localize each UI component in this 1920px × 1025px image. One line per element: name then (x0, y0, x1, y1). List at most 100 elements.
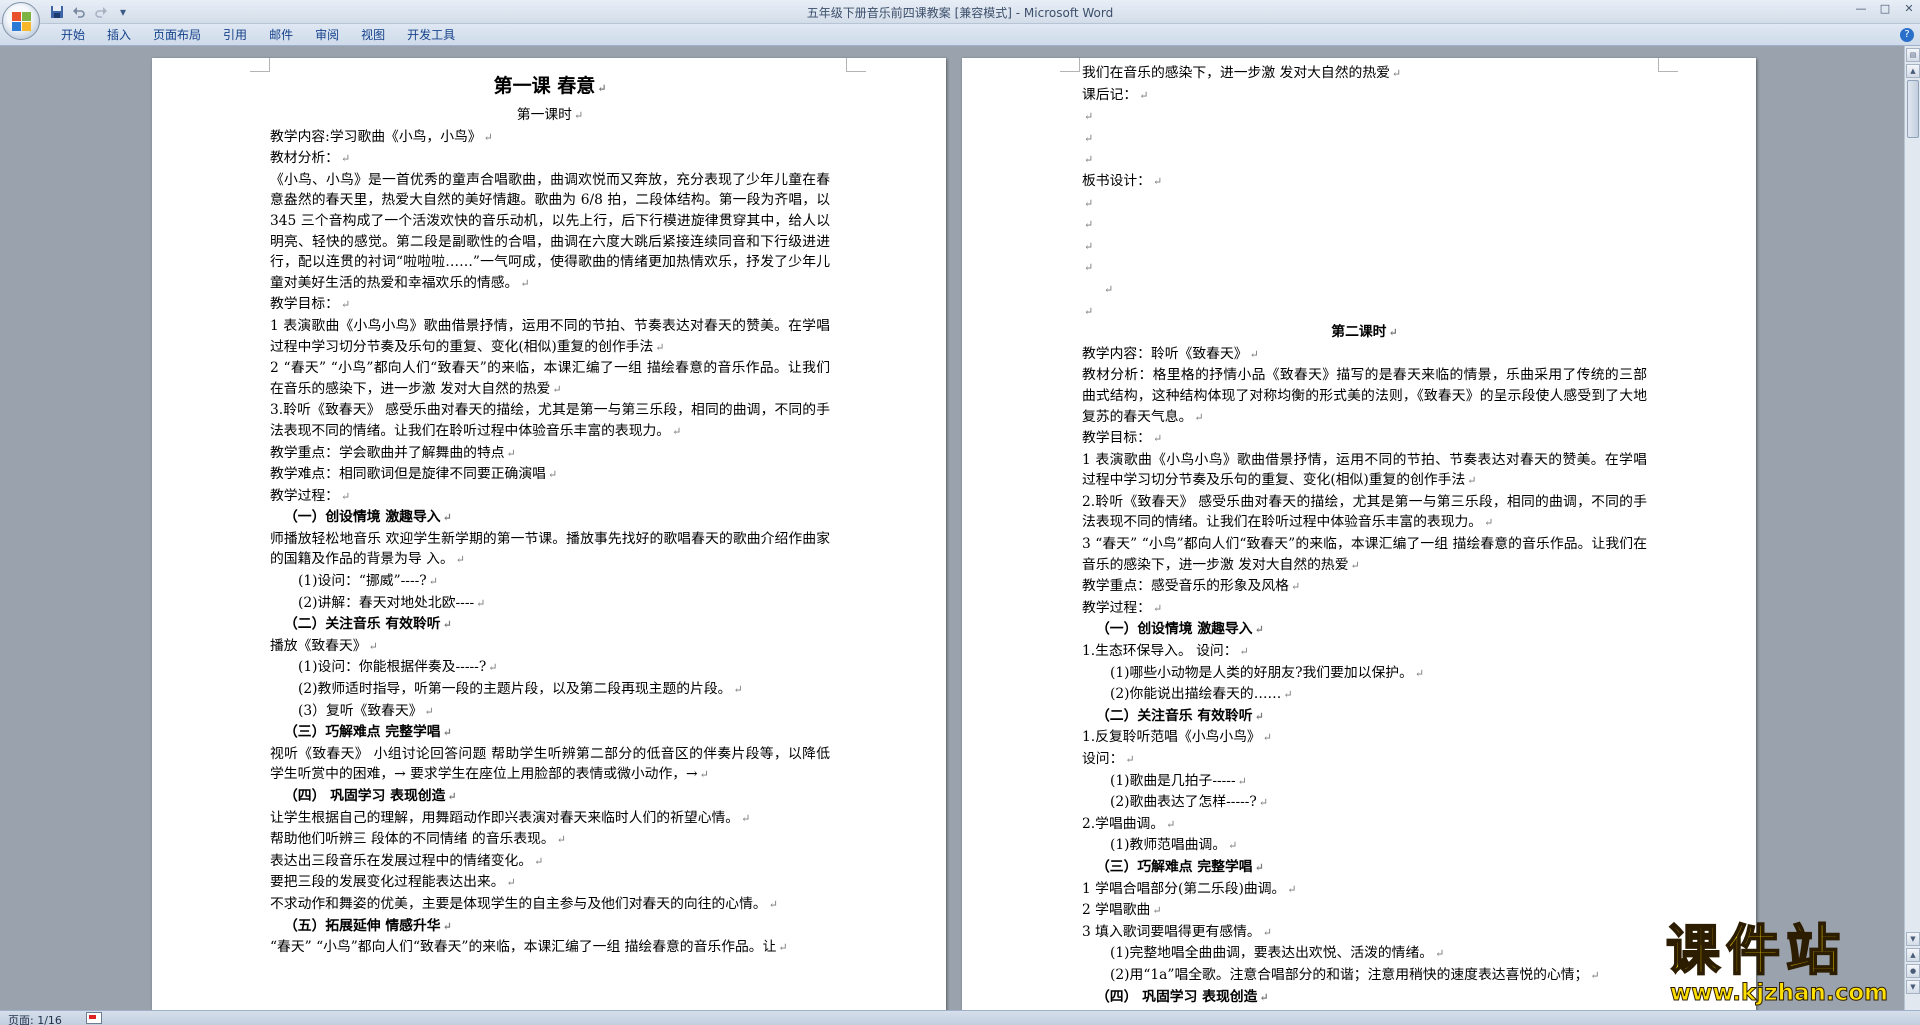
vertical-scrollbar[interactable]: ▤ ▲ ▼ ▲ ● ▼ (1904, 46, 1920, 1010)
browse-object-icon[interactable]: ● (1906, 964, 1920, 978)
tab-7[interactable]: 开发工具 (396, 24, 466, 46)
page-1-line: （五）拓展延伸 情感升华 ↵ (270, 916, 830, 938)
page-2-line: (1)教师范唱曲调。 ↵ (1082, 835, 1647, 857)
page-2-line-text: (1)教师范唱曲调。 (1110, 837, 1227, 854)
page-1-line: 播放《致春天》 ↵ (270, 636, 830, 658)
help-icon[interactable]: ? (1900, 28, 1914, 42)
office-button[interactable] (2, 2, 40, 40)
ribbon: 开始 插入 页面布局 引用 邮件 审阅 视图 开发工具 ? (0, 24, 1920, 46)
tab-4[interactable]: 邮件 (258, 24, 304, 46)
paragraph-mark: ↵ (1228, 839, 1238, 853)
crop-mark (250, 58, 270, 72)
page-2-line: 1.生态环保导入。 设问： ↵ (1082, 641, 1647, 663)
paragraph-mark: ↵ (733, 683, 743, 697)
document-page-2[interactable]: 我们在音乐的感染下，进一步激 发对大自然的热爱 ↵ 课后记： ↵ ↵ ↵ ↵ 板书设计： ↵ ↵ ↵… (962, 58, 1756, 1010)
tab-0[interactable]: 开始 (50, 24, 96, 46)
page-2-line: (1)歌曲是几拍子----- ↵ (1082, 771, 1647, 793)
previous-page-icon[interactable]: ▲ (1906, 948, 1920, 962)
page-1-line: 表达出三段音乐在发展过程中的情绪变化。 ↵ (270, 851, 830, 873)
page-1-line: 《小鸟、小鸟》是一首优秀的童声合唱歌曲，曲调欢悦而又奔放，充分表现了少年儿童在春… (270, 170, 830, 295)
paragraph-mark: ↵ (1590, 968, 1600, 982)
page-2-line-text: （四） 巩固学习 表现创造 (1096, 988, 1258, 1005)
crop-mark (1658, 58, 1678, 72)
page-2-line-text: 1.反复聆听范唱《小鸟小鸟》 (1082, 729, 1261, 746)
document-page-1[interactable]: 第一课 春意 ↵ 第一课时 ↵ 教学内容:学习歌曲《小鸟，小鸟》 ↵ 教材分析： ↵ 《小鸟… (152, 58, 946, 1010)
page-2-line: 3 填入歌词要唱得更有感情。 ↵ (1082, 922, 1647, 944)
paragraph-mark: ↵ (483, 130, 493, 144)
paragraph-mark: ↵ (778, 941, 788, 955)
page-1-line-text: 不求动作和舞姿的优美，主要是体现学生的自主参与及他们对春天的向往的心情。 (270, 895, 767, 912)
paragraph-mark: ↵ (1254, 860, 1264, 874)
ruler-toggle-icon[interactable]: ▤ (1906, 48, 1920, 62)
scroll-down-icon[interactable]: ▼ (1906, 932, 1920, 946)
paragraph-mark: ↵ (424, 704, 434, 718)
proofing-icon[interactable] (86, 1012, 102, 1024)
tab-1[interactable]: 插入 (96, 24, 142, 46)
watermark-name: 课件站 (1665, 919, 1846, 983)
paragraph-mark: ↵ (655, 340, 665, 354)
page-1-line: 教学目标： ↵ (270, 294, 830, 316)
page-2-line-text: 教学重点：感受音乐的形象及风格 (1082, 578, 1289, 595)
paragraph-mark: ↵ (506, 876, 516, 890)
page-2-line-text: （三）巧解难点 完整学唱 (1096, 858, 1253, 875)
page-1-line: （三）巧解难点 完整学唱 ↵ (270, 722, 830, 744)
page-2-line: 板书设计： ↵ (1082, 171, 1647, 193)
page-count[interactable]: 页面: 1/16 (8, 1012, 62, 1025)
page-1-line: 让学生根据自己的理解，用舞蹈动作即兴表演对春天来临时人们的祈望心情。 ↵ (270, 808, 830, 830)
paragraph-mark: ↵ (1258, 796, 1269, 810)
title-bar: ▾ 五年级下册音乐前四课教案 [兼容模式] - Microsoft Word —… (0, 0, 1920, 24)
page-2-line: （四） 巩固学习 表现创造 ↵ (1082, 987, 1647, 1009)
paragraph-mark: ↵ (476, 596, 486, 610)
page-1-line: 3.聆听《致春天》 感受乐曲对春天的描绘，尤其是第一与第三乐段，相同的曲调，不同… (270, 400, 830, 442)
page-2-line: (1)哪些小动物是人类的好朋友?我们要加以保护。 ↵ (1082, 663, 1647, 685)
page-1-line: (1)设问：你能根据伴奏及-----? ↵ (270, 657, 830, 679)
tab-2[interactable]: 页面布局 (142, 24, 212, 46)
paragraph-mark: ↵ (547, 468, 558, 482)
paragraph-mark: ↵ (1152, 601, 1163, 615)
paragraph-mark: ↵ (1287, 882, 1297, 896)
page-2-line-text: 设问： (1082, 751, 1124, 767)
page-1-line-text: (1)设问：“挪威”----? (298, 573, 427, 590)
close-button[interactable]: ✕ (1902, 2, 1916, 15)
tab-6[interactable]: 视图 (350, 24, 396, 46)
tab-5[interactable]: 审阅 (304, 24, 350, 46)
paragraph-mark: ↵ (534, 854, 544, 868)
next-page-icon[interactable]: ▼ (1906, 980, 1920, 994)
paragraph-mark: ↵ (1262, 731, 1272, 745)
paragraph-mark: ↵ (1084, 261, 1094, 275)
page-2-line: (2)你能说出描绘春天的…… ↵ (1082, 684, 1647, 706)
page-2-line-text: 教学内容：聆听《致春天》 (1082, 345, 1248, 362)
page-2-line: 1 学唱合唱部分(第二乐段)曲调。 ↵ (1082, 879, 1647, 901)
paragraph-mark: ↵ (1152, 432, 1163, 446)
scroll-up-icon[interactable]: ▲ (1906, 64, 1920, 78)
paragraph-mark: ↵ (1152, 904, 1162, 918)
paragraph-mark: ↵ (1166, 817, 1176, 831)
paragraph-mark: ↵ (741, 811, 751, 825)
page-2-line: (1)完整地唱全曲曲调，要表达出欢悦、活泼的情绪。 ↵ (1082, 943, 1647, 965)
page-1-line-text: （四） 巩固学习 表现创造 (284, 788, 446, 804)
section-heading-text: 第二课时 (1331, 324, 1387, 341)
page-1-line: (2)讲解：春天对地处北欧---- ↵ (270, 593, 830, 615)
page-1-line-text: 教学目标： (270, 296, 339, 313)
page-1-line: 1 表演歌曲《小鸟小鸟》歌曲借景抒情，运用不同的节拍、节奏表达对春天的赞美。在学… (270, 316, 830, 358)
page-1-line-text: 要把三段的发展变化过程能表达出来。 (270, 874, 505, 891)
maximize-button[interactable]: □ (1878, 2, 1892, 15)
page-1-line: 不求动作和舞姿的优美，主要是体现学生的自主参与及他们对春天的向往的心情。 ↵ (270, 894, 830, 916)
page-2-line: 2 学唱歌曲 ↵ (1082, 900, 1647, 922)
window-controls: — □ ✕ (1854, 2, 1916, 15)
paragraph-mark: ↵ (556, 833, 566, 847)
minimize-button[interactable]: — (1854, 2, 1868, 15)
page-2-line: ↵ (1082, 301, 1647, 323)
page-1-line-text: 2 “春天” “小鸟”都向人们“致春天”的来临，本课汇编了一组 描绘春意的音乐作… (270, 360, 830, 397)
page-2-line-text: 2 学唱歌曲 (1082, 902, 1151, 919)
paragraph-mark: ↵ (1259, 990, 1269, 1004)
page-2-line-text: 1.生态环保导入。 设问： (1082, 643, 1238, 660)
paragraph-mark: ↵ (442, 511, 452, 525)
paragraph-mark: ↵ (1194, 410, 1204, 424)
page-2-line: ↵ (1082, 128, 1647, 150)
page-1-text: 第一课 春意 ↵ 第一课时 ↵ 教学内容:学习歌曲《小鸟，小鸟》 ↵ 教材分析： ↵ 《小鸟… (270, 64, 830, 959)
page-1-line-text: 教材分析： (270, 150, 339, 167)
page-2-line: 2.聆听《致春天》 感受乐曲对春天的描绘，尤其是第一与第三乐段，相同的曲调，不同… (1082, 492, 1647, 534)
tab-3[interactable]: 引用 (212, 24, 258, 46)
scroll-thumb[interactable] (1907, 80, 1919, 138)
